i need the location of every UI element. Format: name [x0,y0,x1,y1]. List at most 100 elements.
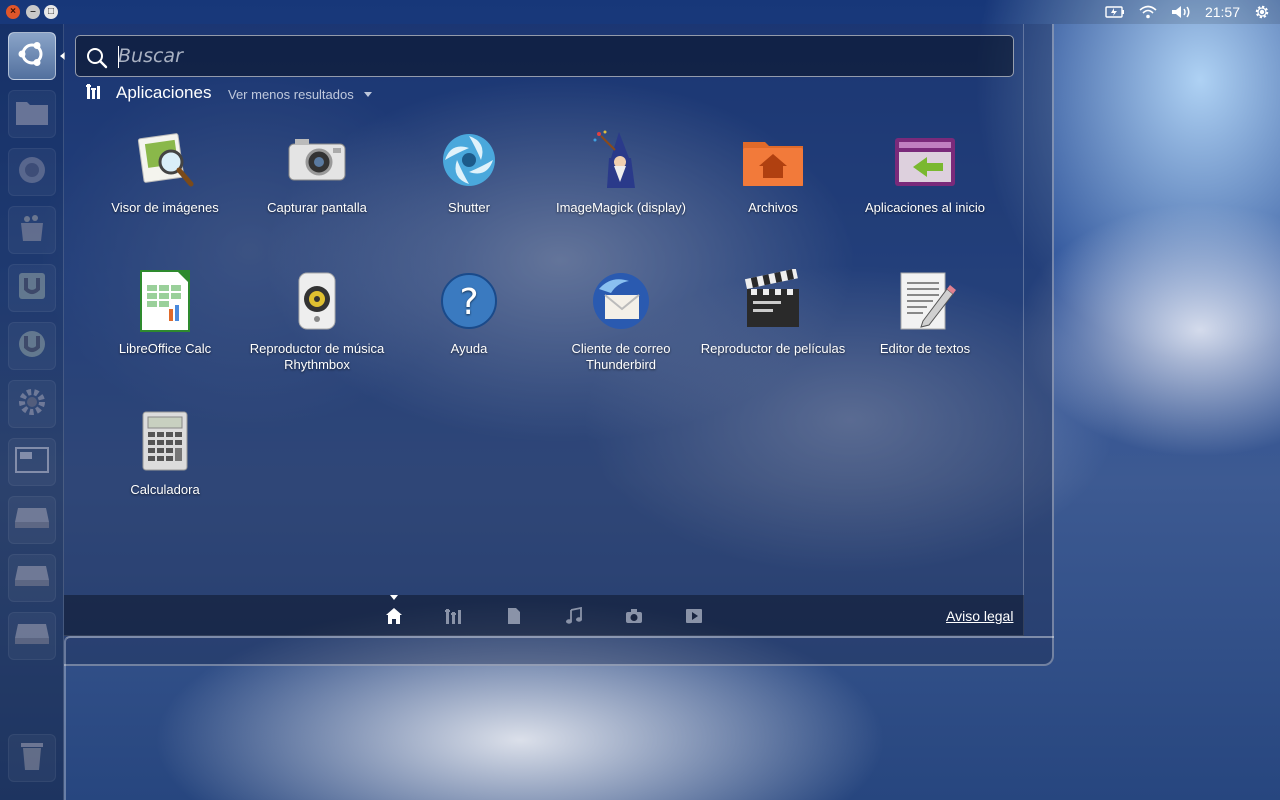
volume-icon[interactable] [1171,5,1191,19]
app-tile[interactable]: LibreOffice Calc [89,269,241,357]
files-lens-button[interactable] [505,607,523,625]
home-folder-icon [741,128,805,192]
app-tile[interactable]: Reproductor de música Rhythmbox [241,269,393,373]
gear-icon[interactable] [1254,4,1270,20]
app-tile[interactable]: Editor de textos [849,269,1001,357]
section-header: Aplicaciones [86,82,211,104]
launcher-files[interactable] [8,90,56,138]
clapperboard-icon [741,268,805,333]
close-window-button[interactable]: × [6,5,20,19]
app-tile[interactable]: ImageMagick (display) [545,128,697,216]
drive-icon [14,506,50,535]
camera-icon [285,128,349,192]
wifi-icon[interactable] [1139,5,1157,19]
launcher-firefox[interactable] [8,148,56,196]
settings-icon [16,386,48,423]
app-label: LibreOffice Calc [118,341,212,356]
trash-icon [18,740,46,777]
spreadsheet-icon [133,269,197,333]
search-icon [86,47,108,74]
folder-icon [15,98,49,131]
ubuntu-one-icon [17,271,47,306]
app-tile[interactable]: Visor de imágenes [89,128,241,216]
image-viewer-icon [133,128,197,192]
app-label: Reproductor de películas [700,341,846,356]
launcher-settings[interactable] [8,380,56,428]
svg-text:?: ? [459,282,478,323]
calculator-icon [133,410,197,474]
text-editor-icon [893,269,957,333]
play-icon [685,609,703,629]
app-tile[interactable]: Aplicaciones al inicio [849,128,1001,216]
app-tile[interactable]: Calculadora [89,410,241,498]
top-panel: × – □ 21:57 [0,0,1280,24]
app-tile[interactable]: Capturar pantalla [241,128,393,216]
ubuntu-logo-icon [16,38,48,75]
search-box [75,35,1014,77]
launcher-software-center[interactable] [8,206,56,254]
drive-icon [14,564,50,593]
dash-corner [64,636,1054,800]
app-label: Calculadora [130,482,200,497]
launcher-drive-2[interactable] [8,554,56,602]
battery-icon[interactable] [1105,6,1125,18]
app-tile[interactable]: Cliente de correo Thunderbird [545,269,697,373]
startup-apps-icon [893,128,957,192]
file-icon [505,608,523,629]
maximize-window-button[interactable]: □ [44,5,58,19]
app-label: Cliente de correo Thunderbird [571,341,671,372]
wizard-icon [589,128,653,192]
launcher-drive-1[interactable] [8,496,56,544]
app-tile[interactable]: Archivos [697,128,849,216]
search-input[interactable] [118,36,998,76]
app-label: Archivos [748,200,798,215]
home-lens-button[interactable] [385,607,403,625]
launcher-drive-3[interactable] [8,612,56,660]
drive-icon [14,622,50,651]
launcher-workspaces[interactable] [8,438,56,486]
app-tile[interactable]: ? Ayuda [393,269,545,357]
minimize-window-button[interactable]: – [26,5,40,19]
text-caret [118,46,119,68]
app-tile[interactable]: Reproductor de películas [697,268,849,357]
app-label: Editor de textos [879,341,971,356]
speaker-icon [285,269,349,333]
legal-notice-link[interactable]: Aviso legal [946,608,1013,624]
help-icon: ? [437,269,501,333]
software-center-icon [17,213,47,248]
photos-lens-button[interactable] [625,607,643,625]
video-lens-button[interactable] [685,607,703,625]
launcher-trash[interactable] [8,734,56,782]
launcher-ubuntu-one-music[interactable] [8,322,56,370]
applications-icon [445,609,463,629]
app-label: Shutter [448,200,490,215]
music-note-icon [565,606,583,629]
toggle-results-label: Ver menos resultados [228,87,354,102]
chevron-down-icon [363,92,372,97]
active-lens-indicator [390,595,398,600]
app-label: Capturar pantalla [267,200,367,215]
music-lens-button[interactable] [565,606,583,625]
dash-home-button[interactable] [8,32,56,80]
launcher [0,24,64,800]
thunderbird-icon [589,269,653,333]
workspace-switcher-icon [15,446,49,478]
ubuntu-one-music-icon [17,329,47,364]
app-label: Reproductor de música Rhythmbox [249,341,385,372]
lens-bar [64,595,1024,636]
app-label: Ayuda [450,341,488,356]
shutter-icon [437,128,501,192]
home-icon [385,608,403,629]
applications-lens-button[interactable] [445,607,463,625]
launcher-ubuntu-one[interactable] [8,264,56,312]
toggle-results-button[interactable]: Ver menos resultados [228,87,372,102]
app-label: Aplicaciones al inicio [865,200,985,215]
camera-icon [625,609,643,629]
firefox-icon [16,154,48,191]
indicators: 21:57 [1105,0,1270,24]
app-tile[interactable]: Shutter [393,128,545,216]
clock[interactable]: 21:57 [1205,4,1240,20]
applications-icon [86,82,104,105]
app-label: Visor de imágenes [111,200,219,215]
section-title: Aplicaciones [116,83,212,102]
